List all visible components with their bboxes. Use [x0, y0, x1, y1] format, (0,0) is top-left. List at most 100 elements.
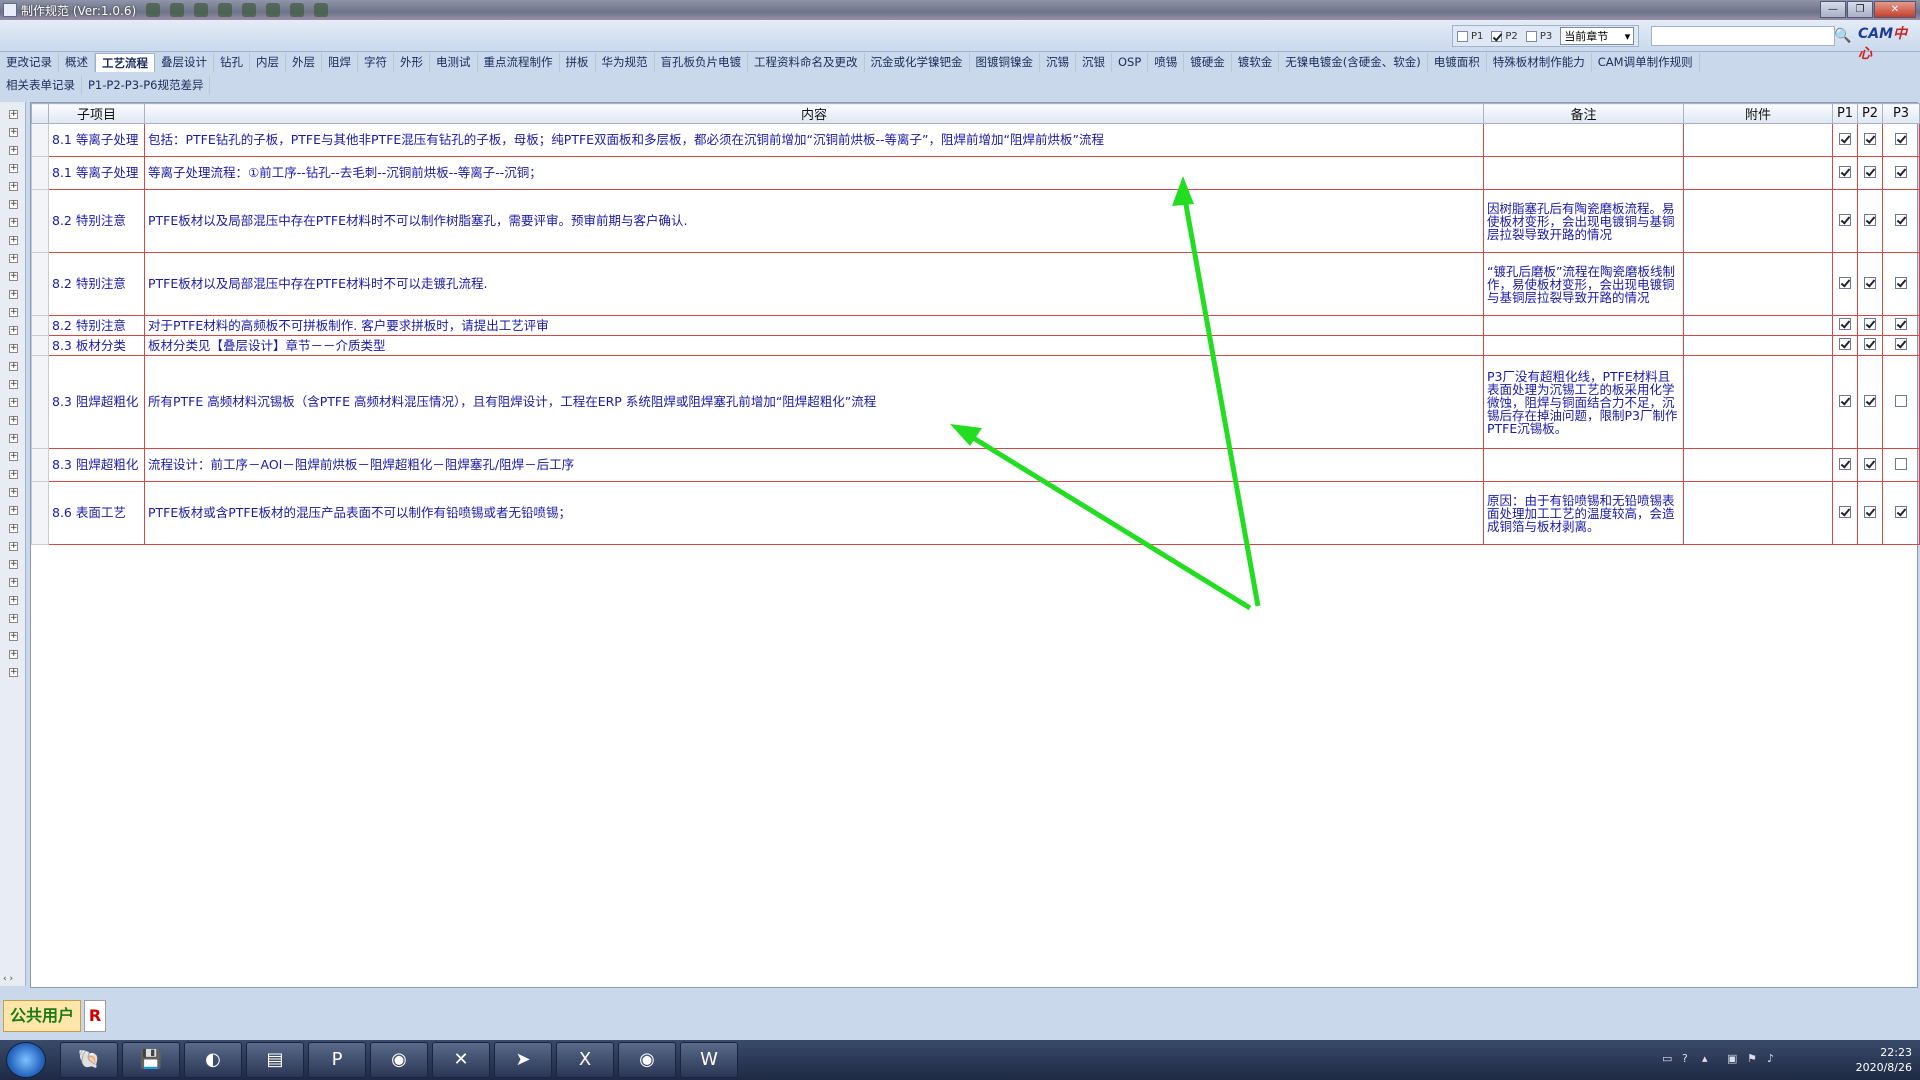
cell-p3[interactable]	[1882, 252, 1920, 316]
table-row[interactable]: 8.6 表面工艺 PTFE板材或含PTFE板材的混压产品表面不可以制作有铅喷锡或者…	[31, 481, 1920, 545]
cell-note[interactable]	[1483, 123, 1684, 157]
table-row[interactable]: 8.1 等离子处理 等离子处理流程：①前工序--钻孔--去毛刺--沉铜前烘板--等…	[31, 156, 1920, 190]
p3-checkbox[interactable]	[1895, 132, 1907, 145]
p1-checkbox[interactable]	[1839, 457, 1851, 470]
table-row[interactable]: 8.3 板材分类 板材分类见【叠层设计】章节－－介质类型	[31, 335, 1920, 356]
table-row[interactable]: 8.3 阻焊超粗化 流程设计：前工序－AOI－阻焊前烘板－阻焊超粗化－阻焊塞孔/阻…	[31, 448, 1920, 482]
cell-p1[interactable]	[1832, 123, 1858, 157]
expand-icon[interactable]: +	[9, 488, 18, 497]
header-p1[interactable]: P1	[1832, 103, 1858, 124]
clock[interactable]: 22:23 2020/8/26	[1856, 1045, 1912, 1075]
p3-checkbox[interactable]	[1895, 276, 1907, 289]
cell-sub[interactable]: 8.6 表面工艺	[48, 481, 145, 545]
start-button[interactable]	[6, 1042, 46, 1078]
tab-chapter-26[interactable]: 特殊板材制作能力	[1487, 53, 1592, 72]
volume-icon[interactable]: ♪	[1767, 1052, 1774, 1065]
header-p2[interactable]: P2	[1857, 103, 1883, 124]
toolbar-icon-7[interactable]	[290, 3, 305, 17]
toolbar-icon-4[interactable]	[218, 3, 233, 17]
expand-icon[interactable]: +	[9, 218, 18, 227]
p2-checkbox[interactable]	[1864, 318, 1876, 330]
expand-icon[interactable]: +	[9, 632, 18, 641]
tab-chapter-14[interactable]: 盲孔板负片电镀	[655, 53, 748, 72]
send-icon[interactable]: ➤	[494, 1042, 552, 1078]
cell-note[interactable]	[1483, 156, 1684, 190]
expand-icon[interactable]: +	[9, 308, 18, 317]
p1-checkbox[interactable]	[1839, 318, 1851, 330]
table-row[interactable]: 8.2 特别注意 对于PTFE材料的高频板不可拼板制作. 客户要求拼板时，请提出工…	[31, 315, 1920, 336]
expand-icon[interactable]: +	[9, 128, 18, 137]
cell-attachment[interactable]	[1683, 156, 1833, 190]
word-icon[interactable]: W	[680, 1042, 738, 1078]
tab-chapter-18[interactable]: 沉锡	[1040, 53, 1076, 72]
cell-attachment[interactable]	[1683, 123, 1833, 157]
cell-content[interactable]: PTFE板材或含PTFE板材的混压产品表面不可以制作有铅喷锡或者无铅喷锡；	[144, 481, 1484, 545]
header-attachment[interactable]: 附件	[1683, 103, 1833, 124]
p2-checkbox[interactable]	[1864, 213, 1876, 226]
expand-icon[interactable]: +	[9, 200, 18, 209]
tab-chapter-20[interactable]: OSP	[1112, 53, 1149, 72]
tab-chapter-4[interactable]: 钻孔	[214, 53, 250, 72]
filter-p2-checkbox[interactable]	[1491, 30, 1503, 42]
p3-checkbox[interactable]	[1895, 338, 1907, 350]
p3-checkbox[interactable]	[1895, 213, 1907, 226]
eye2-icon[interactable]: ◉	[618, 1042, 676, 1078]
cell-content[interactable]: 等离子处理流程：①前工序--钻孔--去毛刺--沉铜前烘板--等离子--沉铜；	[144, 156, 1484, 190]
expand-icon[interactable]: +	[9, 182, 18, 191]
p1-checkbox[interactable]	[1839, 165, 1851, 178]
cell-sub[interactable]: 8.3 板材分类	[48, 335, 145, 356]
tab-chapter-23[interactable]: 镀软金	[1232, 53, 1280, 72]
cell-note[interactable]: 因树脂塞孔后有陶瓷磨板流程。易使板材变形，会出现电镀铜与基铜层拉裂导致开路的情况	[1483, 189, 1684, 253]
current-user[interactable]: 公共用户	[3, 1000, 82, 1032]
expand-icon[interactable]: +	[9, 326, 18, 335]
shell-icon[interactable]: 🐚	[60, 1042, 118, 1078]
expand-icon[interactable]: +	[9, 506, 18, 515]
cell-p2[interactable]	[1857, 448, 1883, 482]
cell-sub[interactable]: 8.3 阻焊超粗化	[48, 355, 145, 449]
row-selector[interactable]	[31, 335, 49, 356]
minimize-icon[interactable]: —	[1820, 1, 1846, 18]
cell-p2[interactable]	[1857, 156, 1883, 190]
row-selector[interactable]	[31, 481, 49, 545]
filter-p1-checkbox[interactable]	[1457, 30, 1468, 42]
tray-folder-icon[interactable]: ▭	[1662, 1052, 1672, 1065]
tab-chapter-3[interactable]: 叠层设计	[155, 53, 214, 72]
cell-p1[interactable]	[1832, 335, 1858, 356]
cell-p2[interactable]	[1857, 481, 1883, 545]
tab-chapter-7[interactable]: 阻焊	[322, 53, 358, 72]
tab-chapter-21[interactable]: 喷锡	[1148, 53, 1185, 72]
cell-p1[interactable]	[1832, 355, 1858, 449]
p3-checkbox[interactable]	[1895, 457, 1907, 470]
tab-chapter-16[interactable]: 沉金或化学镍钯金	[865, 53, 970, 72]
tab-chapter-22[interactable]: 镀硬金	[1184, 53, 1232, 72]
cell-attachment[interactable]	[1683, 315, 1833, 336]
cell-sub[interactable]: 8.2 特别注意	[48, 315, 145, 336]
cell-attachment[interactable]	[1683, 448, 1833, 482]
filter-p3-checkbox[interactable]	[1525, 30, 1537, 42]
cell-p3[interactable]	[1882, 123, 1920, 157]
excel-icon[interactable]: X	[556, 1042, 614, 1078]
tab-chapter-5[interactable]: 内层	[250, 53, 286, 72]
toolbar-icon-2[interactable]	[170, 3, 185, 17]
table-row[interactable]: 8.2 特别注意 PTFE板材以及局部混压中存在PTFE材料时不可以制作树脂塞孔，…	[31, 189, 1920, 253]
tab-chapter-17[interactable]: 图镀铜镍金	[970, 53, 1040, 72]
search-icon[interactable]: 🔍	[1832, 26, 1854, 46]
expand-icon[interactable]: +	[9, 146, 18, 155]
search-input[interactable]	[1651, 26, 1835, 46]
expand-icon[interactable]: +	[9, 344, 18, 353]
row-selector[interactable]	[31, 123, 49, 157]
tab-chapter-19[interactable]: 沉银	[1076, 53, 1112, 72]
cell-p3[interactable]	[1882, 315, 1920, 336]
expand-icon[interactable]: +	[9, 398, 18, 407]
cell-p1[interactable]	[1832, 448, 1858, 482]
cell-content[interactable]: PTFE板材以及局部混压中存在PTFE材料时不可以制作树脂塞孔，需要评审。预审前…	[144, 189, 1484, 253]
tab-chapter-11[interactable]: 重点流程制作	[478, 53, 560, 72]
expand-icon[interactable]: +	[9, 236, 18, 245]
flag-icon[interactable]: ⚑	[1747, 1052, 1757, 1065]
header-note[interactable]: 备注	[1483, 103, 1684, 124]
cell-note[interactable]	[1483, 448, 1684, 482]
header-sub[interactable]: 子项目	[48, 103, 145, 124]
table-row[interactable]: 8.3 阻焊超粗化 所有PTFE 高频材料沉锡板（含PTFE 高频材料混压情况），…	[31, 355, 1920, 449]
tab-chapter-24[interactable]: 无镍电镀金(含硬金、软金)	[1279, 53, 1428, 72]
p2-checkbox[interactable]	[1864, 276, 1876, 289]
